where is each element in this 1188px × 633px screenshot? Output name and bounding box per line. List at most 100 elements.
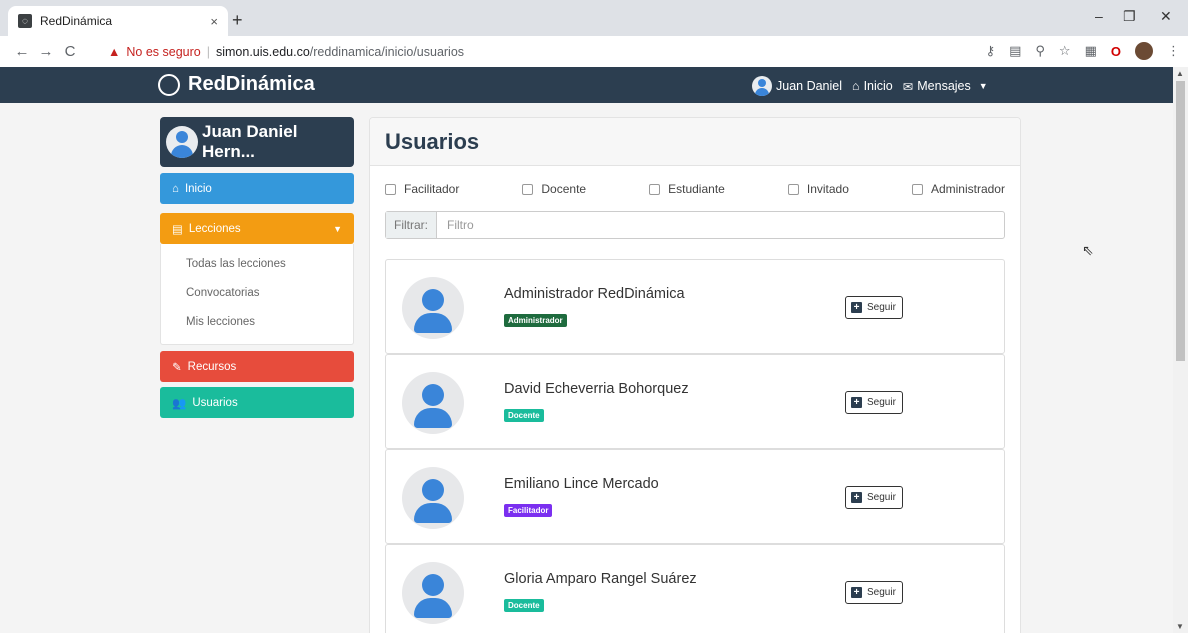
back-button[interactable]: ←: [10, 43, 34, 60]
user-name[interactable]: Administrador RedDinámica: [504, 286, 685, 302]
nav-inicio-label: Inicio: [863, 79, 893, 93]
filter-label: Docente: [541, 182, 587, 196]
sidebar-item-label: Usuarios: [192, 396, 238, 409]
filter-label: Estudiante: [668, 182, 725, 196]
mouse-cursor-icon: ⇖: [1082, 242, 1094, 258]
file-icon: ▤: [172, 223, 183, 236]
follow-button[interactable]: + Seguir: [845, 581, 903, 604]
brand-logo[interactable]: RedDinámica: [158, 73, 315, 96]
user-name[interactable]: Emiliano Lince Mercado: [504, 476, 659, 492]
nav-inicio[interactable]: ⌂ Inicio: [852, 79, 893, 93]
submenu-item-convocatorias[interactable]: Convocatorias: [161, 279, 353, 308]
url-separator: |: [206, 45, 210, 59]
user-avatar-icon: [402, 277, 464, 339]
top-navbar: RedDinámica Juan Daniel ⌂ Inicio ✉ Mensa…: [0, 67, 1173, 103]
sidebar-item-label: Recursos: [187, 360, 237, 373]
plus-square-icon: +: [851, 302, 862, 313]
home-icon: ⌂: [172, 182, 179, 195]
filter-invitado[interactable]: Invitado: [787, 182, 849, 196]
url-path: /reddinamica/inicio/usuarios: [309, 45, 465, 59]
tab-close-icon[interactable]: ×: [210, 14, 218, 29]
user-avatar-icon: [752, 76, 772, 96]
user-card[interactable]: Administrador RedDinámica Administrador …: [385, 259, 1005, 354]
scrollbar-thumb[interactable]: [1176, 81, 1185, 361]
filter-facilitador[interactable]: Facilitador: [385, 182, 459, 196]
site-favicon-icon: ◌: [18, 14, 32, 28]
checkbox[interactable]: [649, 183, 661, 195]
sidebar-item-label: Inicio: [184, 182, 212, 195]
page-viewport: RedDinámica Juan Daniel ⌂ Inicio ✉ Mensa…: [0, 67, 1188, 633]
role-badge: Administrador: [504, 314, 567, 327]
user-card[interactable]: Emiliano Lince Mercado Facilitador + Segu…: [385, 449, 1005, 544]
restore-button[interactable]: ❐: [1123, 8, 1136, 25]
page-scrollbar[interactable]: ▲ ▼: [1173, 67, 1188, 633]
filter-label: Facilitador: [404, 182, 460, 196]
users-icon: 👥: [172, 397, 187, 410]
users-panel: Usuarios Facilitador Docente Estudiante …: [369, 117, 1021, 633]
user-card[interactable]: Gloria Amparo Rangel Suárez Docente + Seg…: [385, 544, 1005, 633]
submenu-item-mis-lecciones[interactable]: Mis lecciones: [161, 308, 353, 337]
sidebar-item-recursos[interactable]: ✎ Recursos: [160, 351, 354, 382]
nav-mensajes[interactable]: ✉ Mensajes ▼: [903, 79, 988, 94]
bookmark-star-icon[interactable]: ☆: [1059, 43, 1071, 59]
url-host: simon.uis.edu.co: [215, 45, 310, 59]
filter-field[interactable]: Filtrar: Filtro: [385, 211, 1005, 239]
page-title: Usuarios: [370, 118, 1020, 166]
chevron-down-icon[interactable]: ▼: [979, 81, 988, 91]
sidebar-item-label: Lecciones: [188, 222, 241, 235]
sidebar-item-inicio[interactable]: ⌂ Inicio: [160, 173, 354, 204]
user-card[interactable]: David Echeverria Bohorquez Docente + Segu…: [385, 354, 1005, 449]
extension-icon[interactable]: ▦: [1085, 43, 1097, 59]
role-badge: Docente: [504, 409, 544, 422]
filter-administrador[interactable]: Administrador: [911, 182, 1005, 196]
key-icon[interactable]: ⚷: [986, 43, 996, 59]
user-avatar-icon: [402, 467, 464, 529]
browser-tab[interactable]: ◌ RedDinámica ×: [8, 6, 228, 36]
sidebar-profile-card[interactable]: Juan Daniel Hern...: [160, 117, 354, 167]
network-logo-icon: [158, 73, 180, 96]
tab-title: RedDinámica: [40, 14, 113, 28]
user-avatar-icon: [402, 562, 464, 624]
toolbar-icons: ⚷ ▤ ⚲ ☆ ▦ O ⋮: [986, 42, 1180, 60]
checkbox[interactable]: [385, 183, 396, 195]
reload-button[interactable]: C: [58, 43, 82, 60]
scroll-up-icon[interactable]: ▲: [1176, 69, 1184, 78]
user-name[interactable]: David Echeverria Bohorquez: [504, 381, 689, 397]
scroll-down-icon[interactable]: ▼: [1176, 622, 1184, 631]
opera-icon[interactable]: O: [1111, 44, 1121, 59]
forward-button[interactable]: →: [34, 43, 58, 60]
checkbox[interactable]: [522, 183, 534, 195]
zoom-icon[interactable]: ⚲: [1035, 43, 1045, 59]
profile-avatar-icon: [166, 126, 198, 158]
close-window-button[interactable]: ✕: [1160, 8, 1172, 25]
menu-dots-icon[interactable]: ⋮: [1167, 43, 1180, 59]
security-label: No es seguro: [126, 45, 201, 59]
submenu-item-todas[interactable]: Todas las lecciones: [161, 250, 353, 279]
follow-button[interactable]: + Seguir: [845, 391, 903, 414]
checkbox[interactable]: [911, 183, 923, 195]
user-name[interactable]: Gloria Amparo Rangel Suárez: [504, 571, 697, 587]
role-badge: Facilitador: [504, 504, 553, 517]
filter-input[interactable]: Filtro: [437, 212, 484, 238]
filter-docente[interactable]: Docente: [522, 182, 586, 196]
filter-label: Invitado: [806, 182, 849, 196]
address-bar[interactable]: ▲ No es seguro | simon.uis.edu.co /reddi…: [108, 40, 938, 64]
minimize-button[interactable]: –: [1095, 8, 1103, 24]
home-icon: ⌂: [852, 79, 860, 93]
follow-button[interactable]: + Seguir: [845, 296, 903, 319]
nav-user[interactable]: Juan Daniel: [752, 76, 842, 96]
filter-addon-label: Filtrar:: [386, 212, 437, 238]
browser-toolbar: ← → C ▲ No es seguro | simon.uis.edu.co …: [0, 36, 1188, 67]
sidebar-item-lecciones[interactable]: ▤ Lecciones ▼: [160, 213, 354, 244]
checkbox[interactable]: [787, 183, 799, 195]
new-tab-button[interactable]: +: [232, 10, 243, 31]
sidebar-item-usuarios[interactable]: 👥 Usuarios: [160, 387, 354, 418]
plus-square-icon: +: [851, 492, 862, 503]
envelope-icon: ✉: [902, 79, 914, 94]
follow-button[interactable]: + Seguir: [845, 486, 903, 509]
browser-tab-bar: ◌ RedDinámica × + – ❐ ✕: [0, 0, 1188, 36]
translate-icon[interactable]: ▤: [1009, 43, 1021, 59]
profile-avatar[interactable]: [1135, 42, 1153, 60]
filter-estudiante[interactable]: Estudiante: [649, 182, 725, 196]
sidebar-profile-name: Juan Daniel Hern...: [202, 122, 298, 161]
